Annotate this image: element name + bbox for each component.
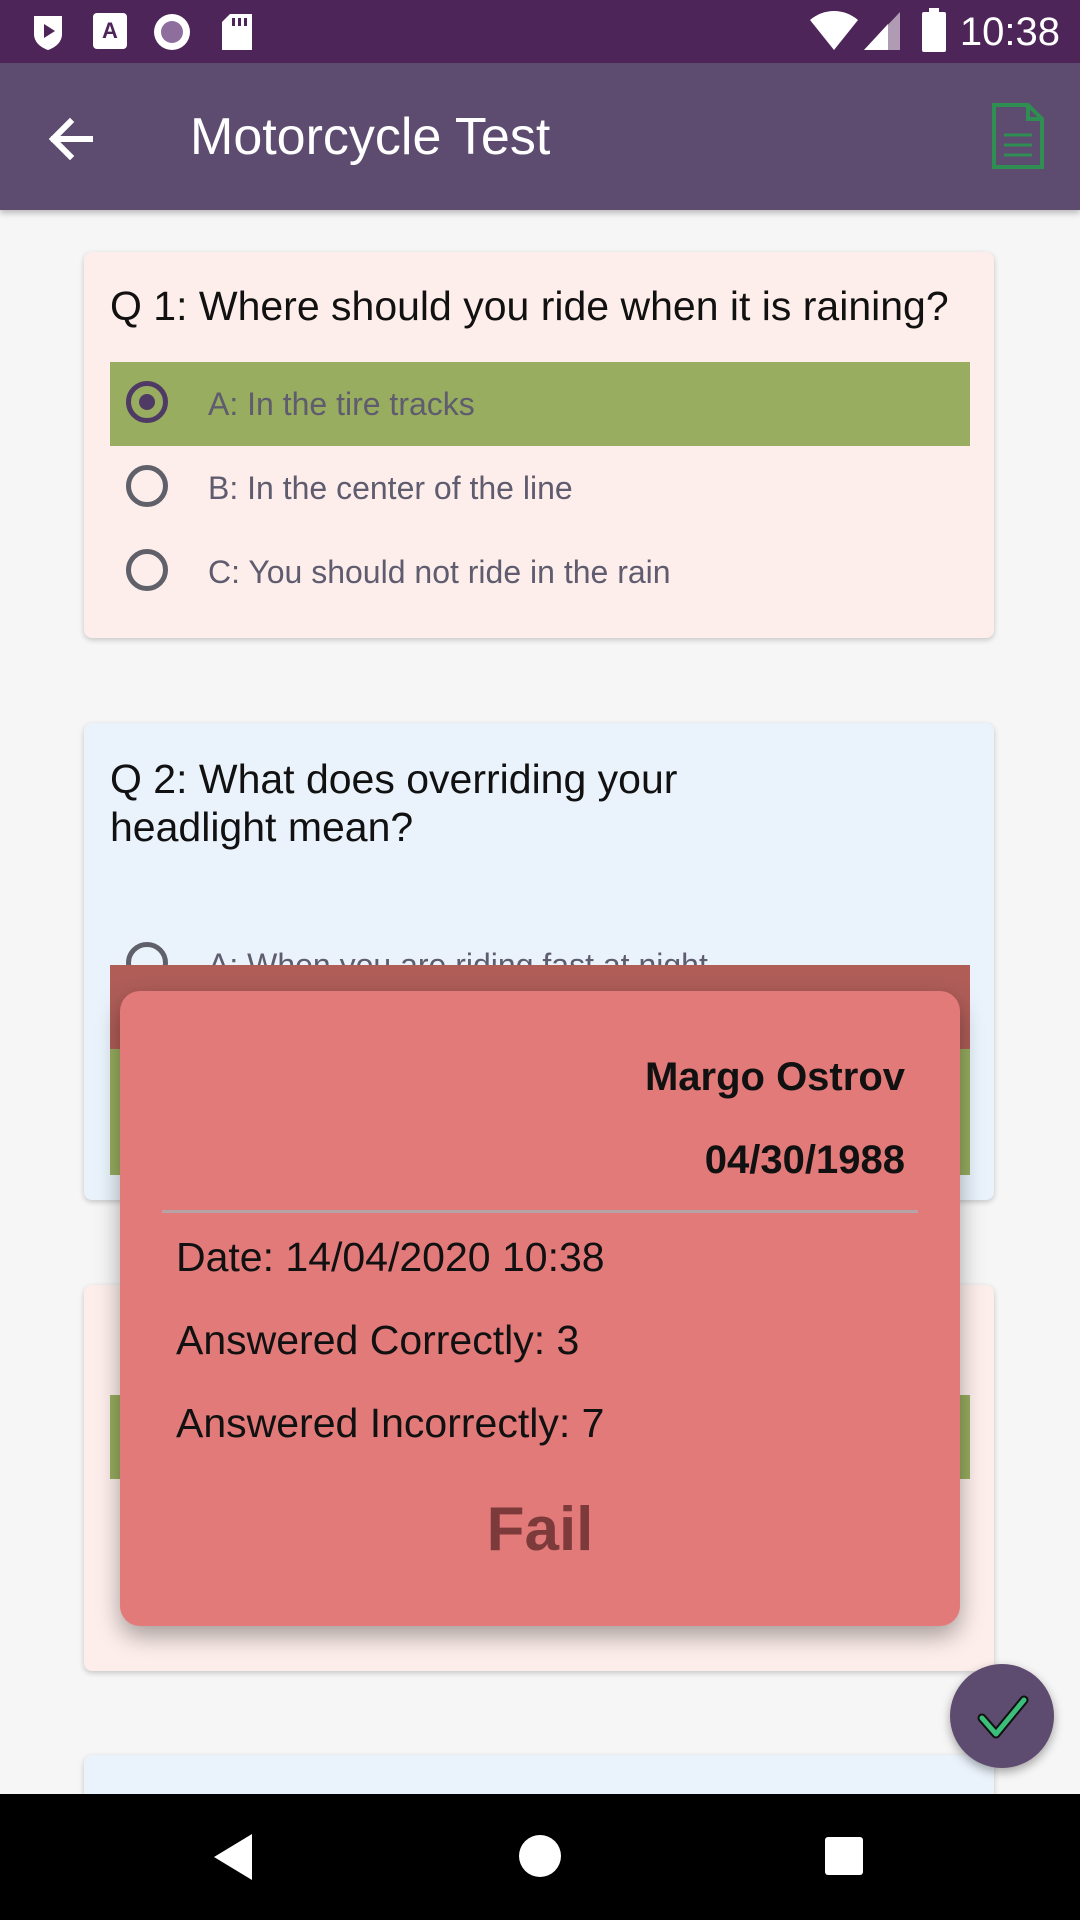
answer-option[interactable]: A: In the tire tracks	[110, 362, 970, 446]
sd-card-icon	[222, 14, 252, 50]
home-circle-icon[interactable]	[518, 1834, 562, 1878]
circle-record-icon	[154, 14, 190, 50]
submit-fab-button[interactable]	[950, 1664, 1054, 1768]
user-dob: 04/30/1988	[704, 1138, 905, 1182]
battery-icon	[922, 8, 946, 52]
question-card: Q 1: Where should you ride when it is ra…	[84, 252, 994, 638]
answer-option[interactable]: B: In the center of the line	[110, 446, 970, 530]
app-bar: Motorcycle Test	[0, 63, 1080, 210]
status-time: 10:38	[959, 10, 1060, 54]
result-status: Fail	[486, 1495, 594, 1564]
font-a-icon: A	[93, 13, 127, 49]
divider	[162, 1210, 918, 1213]
incorrect-count: Answered Incorrectly: 7	[176, 1400, 605, 1446]
navigation-bar	[0, 1794, 1080, 1920]
checkmark-icon	[977, 1695, 1029, 1739]
answer-option[interactable]: C: You should not ride in the rain	[110, 530, 970, 614]
option-label: C: You should not ride in the rain	[208, 554, 671, 590]
option-label: B: In the center of the line	[208, 470, 573, 506]
option-label: A: In the tire tracks	[208, 386, 475, 422]
radio-button[interactable]	[126, 549, 168, 591]
arrow-back-icon[interactable]	[42, 109, 102, 169]
wifi-icon	[810, 11, 858, 50]
page-title: Motorcycle Test	[190, 108, 551, 166]
result-dialog: Margo Ostrov 04/30/1988 Date: 14/04/2020…	[120, 991, 960, 1626]
signal-icon	[864, 12, 900, 50]
user-name: Margo Ostrov	[644, 1055, 905, 1099]
test-date: Date: 14/04/2020 10:38	[176, 1234, 605, 1280]
recents-square-icon[interactable]	[824, 1836, 864, 1876]
back-triangle-icon[interactable]	[212, 1832, 256, 1882]
question-text: Q 1: Where should you ride when it is ra…	[110, 283, 949, 329]
radio-button[interactable]	[126, 465, 168, 507]
status-bar: A 10:38	[0, 0, 1080, 63]
play-shield-icon	[34, 16, 62, 50]
question-text: Q 2: What does overriding your headlight…	[110, 756, 678, 850]
radio-button-checked[interactable]	[126, 381, 168, 423]
document-icon[interactable]	[988, 101, 1048, 171]
svg-text:A: A	[102, 18, 118, 43]
correct-count: Answered Correctly: 3	[176, 1317, 580, 1363]
